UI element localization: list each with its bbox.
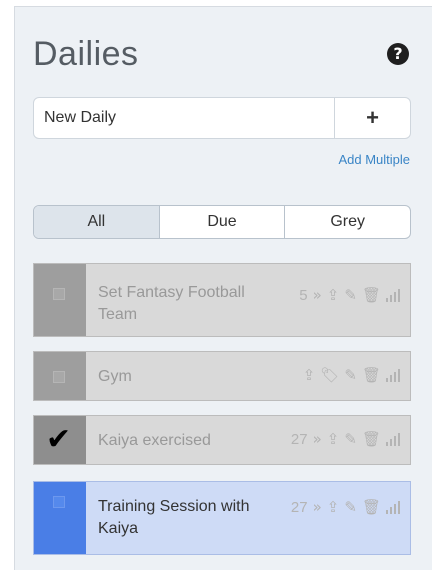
checkmark-icon[interactable]: ✔	[46, 424, 71, 456]
task-title[interactable]: Set Fantasy Football Team	[98, 282, 268, 326]
pencil-icon[interactable]: ✎	[344, 430, 357, 448]
task-checkbox-area[interactable]	[34, 264, 86, 336]
checkbox[interactable]	[53, 371, 65, 383]
bar-chart-icon[interactable]	[386, 368, 400, 382]
daily-task: Gym ⇪ 🏷 ✎ 🗑	[33, 351, 411, 401]
tab-grey[interactable]: Grey	[285, 206, 410, 238]
upload-icon[interactable]: ⇪	[303, 366, 316, 384]
trash-icon[interactable]: 🗑	[362, 366, 381, 384]
bar-chart-icon[interactable]	[386, 288, 400, 302]
page-title: Dailies	[33, 35, 139, 73]
upload-icon[interactable]: ⇪	[327, 498, 340, 516]
task-actions: 27 » ⇪ ✎ 🗑	[291, 498, 400, 516]
upload-icon[interactable]: ⇪	[327, 286, 340, 304]
checkbox[interactable]	[53, 288, 65, 300]
dailies-panel: Dailies ? + Add Multiple All Due Grey Se…	[14, 6, 432, 570]
task-checkbox-area[interactable]: ✔	[34, 416, 86, 464]
tag-icon[interactable]: 🏷	[320, 366, 339, 384]
task-actions: 27 » ⇪ ✎ 🗑	[291, 430, 400, 448]
new-daily-input[interactable]	[33, 97, 335, 139]
daily-task: Training Session with Kaiya 27 » ⇪ ✎ 🗑	[33, 481, 411, 555]
trash-icon[interactable]: 🗑	[362, 430, 381, 448]
help-icon[interactable]: ?	[387, 43, 409, 65]
pencil-icon[interactable]: ✎	[344, 498, 357, 516]
add-multiple-link[interactable]: Add Multiple	[338, 152, 410, 167]
pencil-icon[interactable]: ✎	[344, 286, 357, 304]
task-checkbox-area[interactable]	[34, 482, 86, 554]
streak-count: 27	[290, 498, 308, 516]
task-actions: ⇪ 🏷 ✎ 🗑	[303, 366, 400, 384]
tab-all[interactable]: All	[34, 206, 160, 238]
filter-tabs: All Due Grey	[33, 205, 411, 239]
upload-icon[interactable]: ⇪	[327, 430, 340, 448]
task-title[interactable]: Gym	[98, 366, 268, 388]
daily-task: Set Fantasy Football Team 5 » ⇪ ✎ 🗑	[33, 263, 411, 337]
bar-chart-icon[interactable]	[386, 432, 400, 446]
task-actions: 5 » ⇪ ✎ 🗑	[299, 286, 400, 304]
fast-forward-icon: »	[312, 498, 322, 516]
add-daily-button[interactable]: +	[335, 97, 411, 139]
streak-count: 27	[290, 430, 308, 448]
streak-count: 5	[299, 286, 308, 304]
fast-forward-icon: »	[312, 430, 322, 448]
task-checkbox-area[interactable]	[34, 352, 86, 400]
task-title[interactable]: Training Session with Kaiya	[98, 496, 268, 540]
checkbox[interactable]	[53, 496, 65, 508]
task-title[interactable]: Kaiya exercised	[98, 430, 268, 452]
trash-icon[interactable]: 🗑	[362, 286, 381, 304]
trash-icon[interactable]: 🗑	[362, 498, 381, 516]
pencil-icon[interactable]: ✎	[344, 366, 357, 384]
tab-due[interactable]: Due	[160, 206, 286, 238]
daily-task: ✔ Kaiya exercised 27 » ⇪ ✎ 🗑	[33, 415, 411, 465]
bar-chart-icon[interactable]	[386, 500, 400, 514]
fast-forward-icon: »	[312, 286, 322, 304]
